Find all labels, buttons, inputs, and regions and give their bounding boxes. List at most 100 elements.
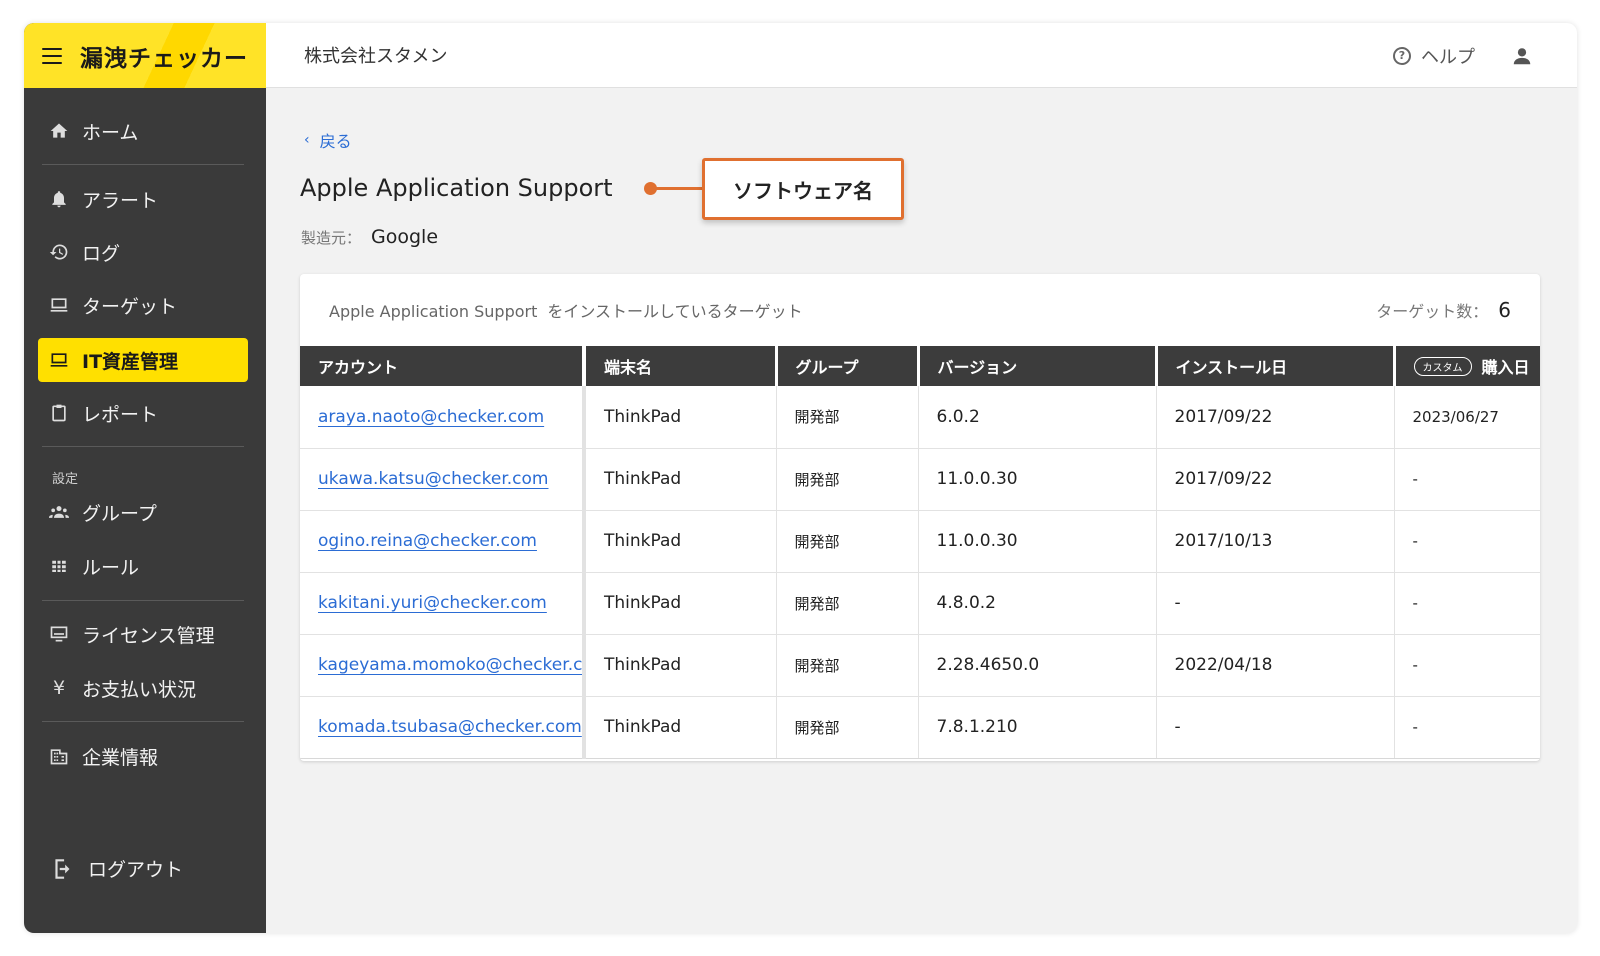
purchase-date-cell: 2023/06/27 <box>1394 386 1540 448</box>
menu-icon[interactable] <box>42 47 62 64</box>
target-count-label: ターゲット数： <box>1376 302 1489 321</box>
version-cell: 7.8.1.210 <box>918 695 1157 759</box>
app-window: 漏洩チェッカー ホーム アラート ログ ターゲット IT資産管理 レポート 設定… <box>24 23 1577 933</box>
monitor-icon <box>48 623 70 645</box>
targets-table: アカウント 端末名 グループ バージョン インストール日 カスタム 購入日 ara… <box>300 346 1540 759</box>
install-date-cell: 2017/09/22 <box>1156 386 1395 448</box>
version-cell: 11.0.0.30 <box>918 447 1157 510</box>
device-cell: ThinkPad <box>584 386 777 448</box>
sidebar-item-company[interactable]: 企業情報 <box>38 734 248 778</box>
company-name: 株式会社スタメン <box>304 46 448 67</box>
sidebar-item-label: 企業情報 <box>82 746 159 769</box>
table-header-row: アカウント 端末名 グループ バージョン インストール日 カスタム 購入日 <box>300 346 1540 386</box>
installed-targets-card: Apple Application Support をインストールしているターゲッ… <box>300 274 1540 761</box>
sidebar-item-target[interactable]: ターゲット <box>38 283 248 327</box>
sidebar-item-group[interactable]: グループ <box>38 490 248 534</box>
install-date-cell: - <box>1156 695 1395 759</box>
divider <box>42 600 244 601</box>
sidebar-item-log[interactable]: ログ <box>38 230 248 274</box>
yen-icon: ¥ <box>52 677 66 699</box>
table-row: komada.tsubasa@checker.com ThinkPad 開発部 … <box>300 695 1540 759</box>
maker-label: 製造元： <box>301 229 362 247</box>
purchase-date-cell: - <box>1394 447 1540 510</box>
group-cell: 開発部 <box>776 447 919 510</box>
group-cell: 開発部 <box>776 509 919 572</box>
sidebar-item-alert[interactable]: アラート <box>38 177 248 221</box>
column-header-install-date[interactable]: インストール日 <box>1156 346 1396 386</box>
table-row: araya.naoto@checker.com ThinkPad 開発部 6.0… <box>300 386 1540 448</box>
version-cell: 11.0.0.30 <box>918 509 1157 572</box>
account-link[interactable]: araya.naoto@checker.com <box>318 407 544 427</box>
history-icon <box>48 241 70 263</box>
sidebar-item-label: グループ <box>82 502 157 525</box>
account-cell[interactable]: komada.tsubasa@checker.com <box>300 695 586 759</box>
device-cell: ThinkPad <box>584 571 777 634</box>
home-icon <box>48 120 70 142</box>
account-cell[interactable]: araya.naoto@checker.com <box>300 386 586 448</box>
account-link[interactable]: kakitani.yuri@checker.com <box>318 593 547 613</box>
sidebar-item-report[interactable]: レポート <box>38 391 248 435</box>
target-count: ターゲット数： 6 <box>1376 298 1511 322</box>
sidebar-item-label: お支払い状況 <box>82 678 197 701</box>
version-cell: 4.8.0.2 <box>918 571 1157 634</box>
sidebar-item-label: アラート <box>82 189 159 212</box>
sidebar-item-rule[interactable]: ルール <box>38 544 248 588</box>
account-cell[interactable]: ogino.reina@checker.com <box>300 509 586 572</box>
account-link[interactable]: kageyama.momoko@checker.com <box>318 655 580 675</box>
sidebar-item-label: ログ <box>82 242 121 265</box>
column-header-purchase-date[interactable]: カスタム 購入日 <box>1394 346 1540 386</box>
sidebar-item-label: ホーム <box>82 121 139 144</box>
group-cell: 開発部 <box>776 695 919 759</box>
column-header-account[interactable]: アカウント <box>300 346 586 386</box>
laptop-icon <box>48 349 70 371</box>
target-count-value: 6 <box>1498 298 1511 322</box>
logout-label: ログアウト <box>88 859 184 881</box>
building-icon <box>48 745 70 767</box>
back-link[interactable]: ‹ 戻る <box>304 128 352 152</box>
divider <box>42 721 244 722</box>
sidebar: 漏洩チェッカー ホーム アラート ログ ターゲット IT資産管理 レポート 設定… <box>24 23 266 933</box>
sidebar-item-payment[interactable]: ¥ お支払い状況 <box>38 666 248 710</box>
table-row: ogino.reina@checker.com ThinkPad 開発部 11.… <box>300 509 1540 572</box>
people-icon <box>48 501 70 523</box>
user-icon[interactable] <box>1511 45 1533 67</box>
laptop-icon <box>48 294 70 316</box>
account-cell[interactable]: ukawa.katsu@checker.com <box>300 447 586 510</box>
sidebar-item-home[interactable]: ホーム <box>38 109 248 153</box>
account-cell[interactable]: kakitani.yuri@checker.com <box>300 571 586 634</box>
divider <box>42 446 244 447</box>
purchase-date-label: 購入日 <box>1481 358 1530 377</box>
account-link[interactable]: komada.tsubasa@checker.com <box>318 717 580 737</box>
sidebar-item-label: ライセンス管理 <box>82 624 215 647</box>
help-icon: ? <box>1393 46 1411 65</box>
version-cell: 6.0.2 <box>918 386 1157 448</box>
software-name-callout: ソフトウェア名 <box>702 158 904 220</box>
top-actions: ? ヘルプ <box>1393 23 1533 88</box>
column-header-group[interactable]: グループ <box>776 346 920 386</box>
purchase-date-cell: - <box>1394 509 1540 572</box>
help-label: ヘルプ <box>1421 46 1475 68</box>
sidebar-item-label: IT資産管理 <box>82 350 179 373</box>
sidebar-item-it-assets[interactable]: IT資産管理 <box>38 338 248 382</box>
clipboard-icon <box>48 402 70 424</box>
account-link[interactable]: ogino.reina@checker.com <box>318 531 537 551</box>
divider <box>42 164 244 165</box>
help-button[interactable]: ? ヘルプ <box>1393 43 1475 69</box>
account-cell[interactable]: kageyama.momoko@checker.com <box>300 633 586 696</box>
device-cell: ThinkPad <box>584 695 777 759</box>
grid-icon <box>48 555 70 577</box>
account-link[interactable]: ukawa.katsu@checker.com <box>318 469 549 489</box>
logout-button[interactable]: ログアウト <box>50 855 183 882</box>
main-content: ‹ 戻る Apple Application Support ソフトウェア名 製… <box>266 88 1577 933</box>
column-header-device[interactable]: 端末名 <box>584 346 778 386</box>
purchase-date-cell: - <box>1394 633 1540 696</box>
bell-icon <box>48 188 70 210</box>
device-cell: ThinkPad <box>584 447 777 510</box>
card-title-suffix: をインストールしているターゲット <box>547 302 803 321</box>
maker-info: 製造元： Google <box>301 226 438 248</box>
group-cell: 開発部 <box>776 571 919 634</box>
sidebar-item-license[interactable]: ライセンス管理 <box>38 612 248 656</box>
device-cell: ThinkPad <box>584 633 777 696</box>
install-date-cell: - <box>1156 571 1395 634</box>
column-header-version[interactable]: バージョン <box>918 346 1158 386</box>
